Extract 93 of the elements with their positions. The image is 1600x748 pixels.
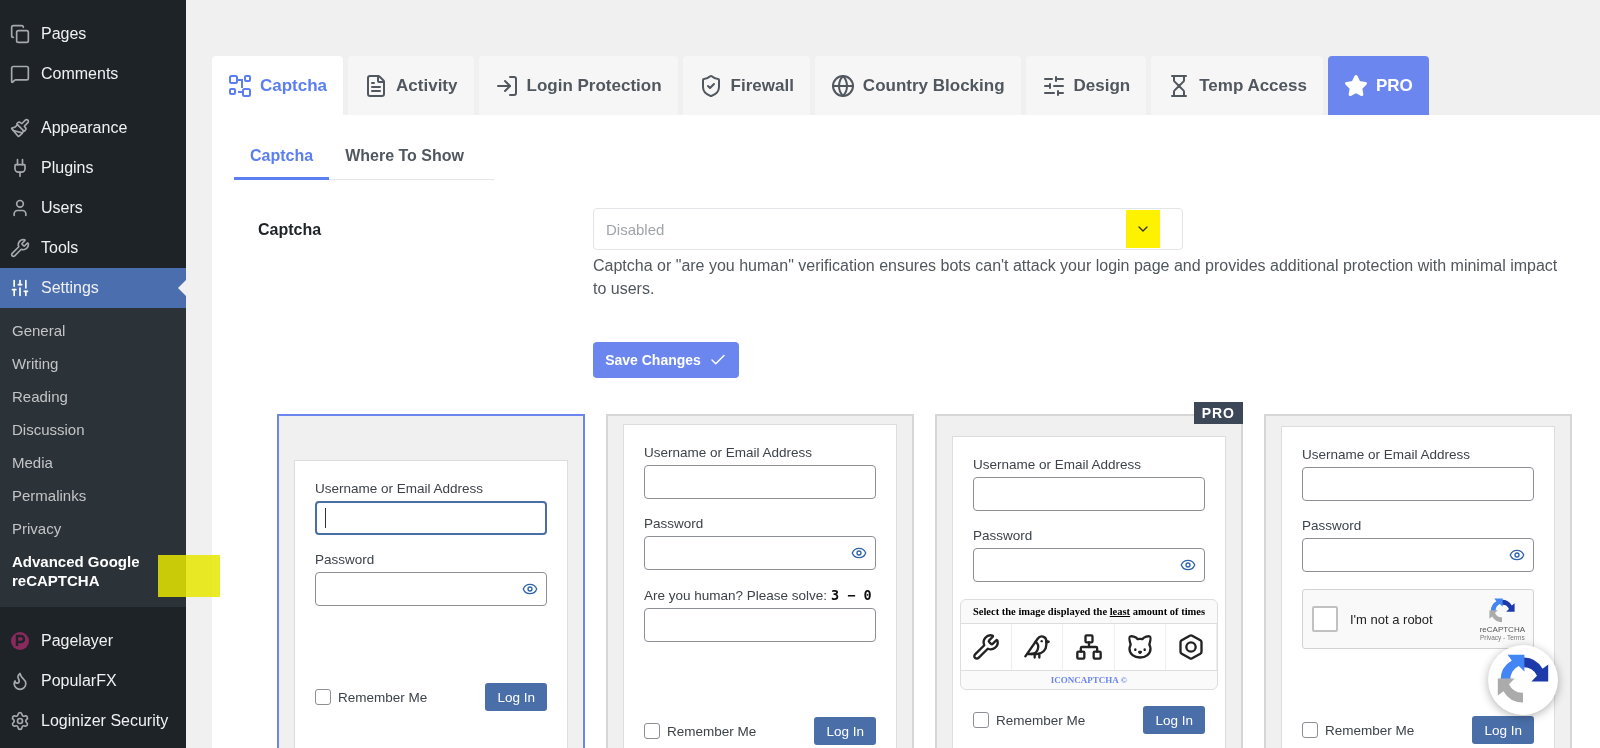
setting-description: Captcha or "are you human" verification ensures bots can't attack your login page and provides additional protection with minimal impact to users. (593, 256, 1559, 299)
captcha-icon (228, 73, 252, 98)
login-button[interactable]: Log In (814, 717, 876, 745)
math-question: Are you human? Please solve: (644, 587, 828, 603)
p-logo-icon (10, 631, 30, 651)
tab-icon (830, 73, 855, 98)
field-label: Password (315, 552, 376, 567)
field-label: Username or Email Address (1302, 447, 1472, 462)
tab[interactable]: Login Protection (478, 56, 678, 115)
submenu-item[interactable]: Writing (0, 347, 71, 380)
remember-checkbox[interactable] (315, 689, 331, 705)
submenu-item[interactable]: Advanced Google reCAPTCHA (0, 545, 152, 597)
username-field[interactable] (644, 465, 876, 499)
sidebar-icon (10, 64, 30, 84)
sidebar-item[interactable]: Pagelayer (0, 621, 186, 661)
remember-checkbox[interactable] (973, 712, 989, 728)
robot-label: I'm not a robot (1350, 611, 1434, 627)
remember-label: Remember Me (667, 723, 757, 739)
sub-tab[interactable]: Where To Show (329, 141, 480, 180)
sidebar-icon (10, 118, 30, 138)
tab[interactable]: Country Blocking (814, 56, 1021, 115)
sidebar-item[interactable]: PopularFX (0, 661, 186, 701)
remember-label: Remember Me (338, 689, 428, 705)
sidebar-icon (10, 238, 30, 258)
submenu-item[interactable]: Reading (0, 380, 80, 413)
captcha-symbol-icon (1074, 633, 1103, 661)
sidebar-item[interactable]: Plugins (0, 148, 186, 188)
field-label: Username or Email Address (644, 445, 814, 460)
sidebar-item[interactable]: Appearance (0, 108, 186, 148)
recaptcha-brand: reCAPTCHA (1479, 625, 1525, 634)
captcha-symbol-icon (1176, 633, 1205, 661)
sidebar-item[interactable]: Loginizer Security (0, 701, 186, 741)
captcha-preview-card[interactable]: Username or Email Address Password Remember Me Log In (277, 414, 585, 748)
captcha-preview-card[interactable]: Username or Email Address Password Are you human? Please solve: 3 − 0 Remember Me Log In (606, 414, 914, 748)
sidebar-item[interactable]: Settings (0, 268, 186, 308)
password-field[interactable] (973, 548, 1205, 582)
tab[interactable]: Design (1025, 56, 1147, 115)
username-field[interactable] (973, 477, 1205, 511)
setting-label: Captcha (257, 220, 323, 240)
sidebar-icon (10, 671, 30, 691)
tab-icon (494, 73, 519, 98)
tab[interactable]: Activity (348, 56, 474, 115)
sub-tab[interactable]: Captcha (234, 141, 330, 180)
captcha-symbol-icon (972, 633, 1001, 661)
eye-icon[interactable] (1509, 547, 1525, 563)
tab[interactable]: Captcha (212, 56, 344, 115)
username-field[interactable] (315, 501, 547, 535)
tab-icon (1041, 73, 1066, 98)
field-label: Password (973, 528, 1034, 543)
field-label: Password (644, 516, 705, 531)
highlight-mark (158, 555, 220, 597)
recaptcha-logo-icon (1488, 597, 1517, 625)
remember-label: Remember Me (996, 712, 1086, 728)
captcha-symbol-icon (1125, 633, 1154, 661)
submenu-item[interactable]: Media (0, 446, 65, 479)
sidebar-icon (10, 24, 30, 44)
field-label: Username or Email Address (315, 481, 485, 496)
sidebar-item[interactable]: Tools (0, 228, 186, 268)
captcha-symbol-icon (1023, 633, 1052, 661)
pro-badge: PRO (1193, 402, 1243, 424)
username-field[interactable] (1302, 467, 1534, 501)
math-equation: 3 − 0 (831, 587, 872, 603)
eye-icon[interactable] (851, 545, 867, 561)
sidebar-icon (10, 278, 30, 298)
tab[interactable]: Temp Access (1151, 56, 1323, 115)
icon-captcha-footer: ICONCAPTCHA © (961, 671, 1217, 689)
submenu-item[interactable]: Discussion (0, 413, 97, 446)
submenu-item[interactable]: Privacy (0, 512, 74, 545)
field-label: Username or Email Address (973, 457, 1143, 472)
tab-icon (1343, 73, 1368, 98)
submenu-item[interactable]: Permalinks (0, 479, 99, 512)
login-button[interactable]: Log In (485, 683, 547, 711)
remember-label: Remember Me (1325, 722, 1415, 738)
sidebar-icon (10, 198, 30, 218)
password-field[interactable] (644, 536, 876, 570)
field-label: Password (1302, 518, 1363, 533)
sidebar-item[interactable]: Pages (0, 14, 186, 54)
eye-icon[interactable] (1180, 557, 1196, 573)
text-caret (325, 508, 326, 528)
remember-checkbox[interactable] (644, 723, 660, 739)
login-button[interactable]: Log In (1472, 716, 1534, 744)
sidebar-icon (10, 711, 30, 731)
sidebar-item[interactable]: Users (0, 188, 186, 228)
robot-checkbox[interactable] (1312, 606, 1338, 632)
password-field[interactable] (315, 572, 547, 606)
password-field[interactable] (1302, 538, 1534, 572)
tab[interactable]: Firewall (682, 56, 810, 115)
login-button[interactable]: Log In (1143, 706, 1205, 734)
eye-icon[interactable] (522, 581, 538, 597)
answer-field[interactable] (644, 608, 876, 642)
remember-checkbox[interactable] (1302, 722, 1318, 738)
submenu-item[interactable]: General (0, 314, 78, 347)
sidebar-item[interactable]: Comments (0, 54, 186, 94)
